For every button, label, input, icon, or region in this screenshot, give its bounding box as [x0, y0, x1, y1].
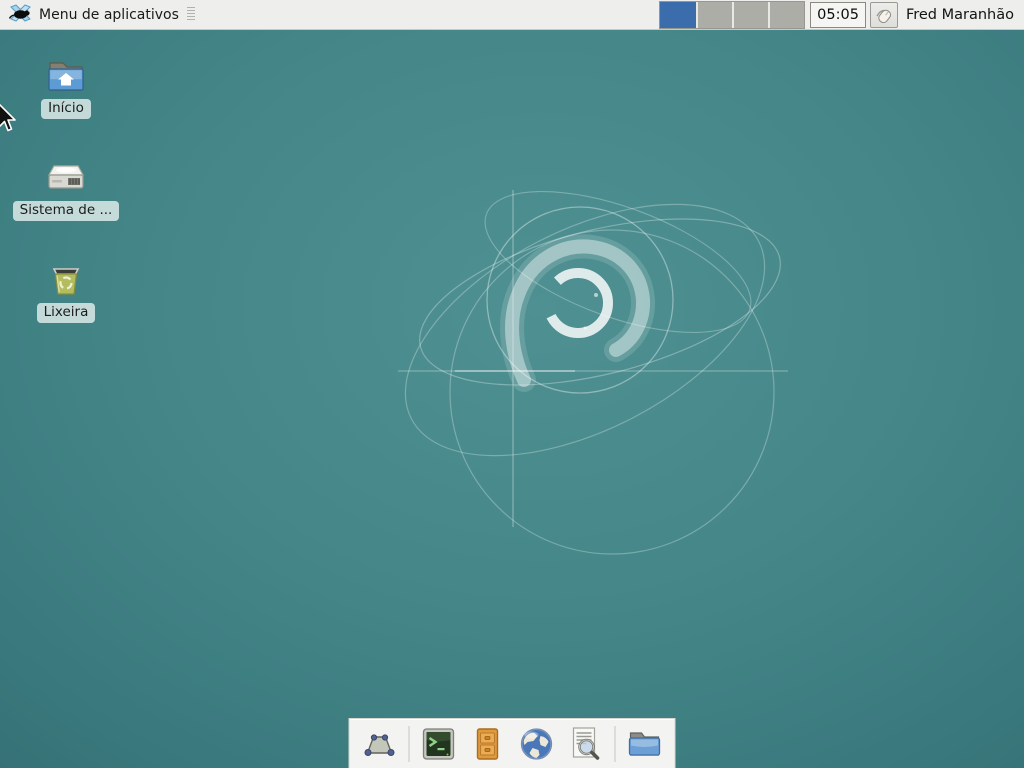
mouse-icon	[874, 6, 894, 24]
desktop-icon-label: Sistema de ...	[13, 201, 120, 221]
desktop-icon-filesystem[interactable]: Sistema de ...	[6, 159, 126, 221]
desktop-icon-label: Início	[41, 99, 91, 119]
app-finder-launcher[interactable]	[563, 721, 609, 767]
desktop-icon-home[interactable]: Início	[6, 57, 126, 119]
file-cabinet-launcher[interactable]	[465, 721, 511, 767]
dock-separator	[615, 726, 616, 762]
workspace-4[interactable]	[768, 2, 804, 28]
dock-separator	[409, 726, 410, 762]
workspace-1[interactable]	[660, 2, 696, 28]
terminal-launcher[interactable]	[416, 721, 462, 767]
show-desktop-button[interactable]	[357, 721, 403, 767]
web-browser-launcher[interactable]	[514, 721, 560, 767]
dock-panel	[349, 718, 676, 768]
workspace-3[interactable]	[732, 2, 768, 28]
document-search-icon	[566, 724, 606, 764]
workspace-switcher	[659, 1, 805, 29]
show-desktop-icon	[360, 724, 400, 764]
desktop[interactable]: Início Sistema de ... Lixeira	[0, 0, 1024, 768]
session-menu-button[interactable]	[870, 2, 898, 28]
trash-icon	[44, 261, 88, 298]
desktop-icon-label: Lixeira	[37, 303, 96, 323]
filesystem-drive-icon	[44, 159, 88, 196]
file-manager-launcher[interactable]	[622, 721, 668, 767]
web-browser-icon	[517, 724, 557, 764]
applications-menu-label: Menu de aplicativos	[39, 7, 179, 23]
workspace-2[interactable]	[696, 2, 732, 28]
home-folder-icon	[44, 57, 88, 94]
desktop-icon-trash[interactable]: Lixeira	[6, 261, 126, 323]
file-manager-icon	[625, 724, 665, 764]
xfce-menu-icon	[9, 4, 32, 25]
username[interactable]: Fred Maranhão	[898, 7, 1024, 23]
terminal-icon	[419, 724, 459, 764]
applications-menu-button[interactable]: Menu de aplicativos	[0, 0, 185, 29]
panel-grip	[187, 7, 195, 22]
debian-lines-wallpaper-art	[0, 0, 1024, 768]
clock[interactable]: 05:05	[810, 2, 866, 28]
top-panel: Menu de aplicativos 05:05 Fred Maranhão	[0, 0, 1024, 30]
file-cabinet-icon	[468, 724, 508, 764]
